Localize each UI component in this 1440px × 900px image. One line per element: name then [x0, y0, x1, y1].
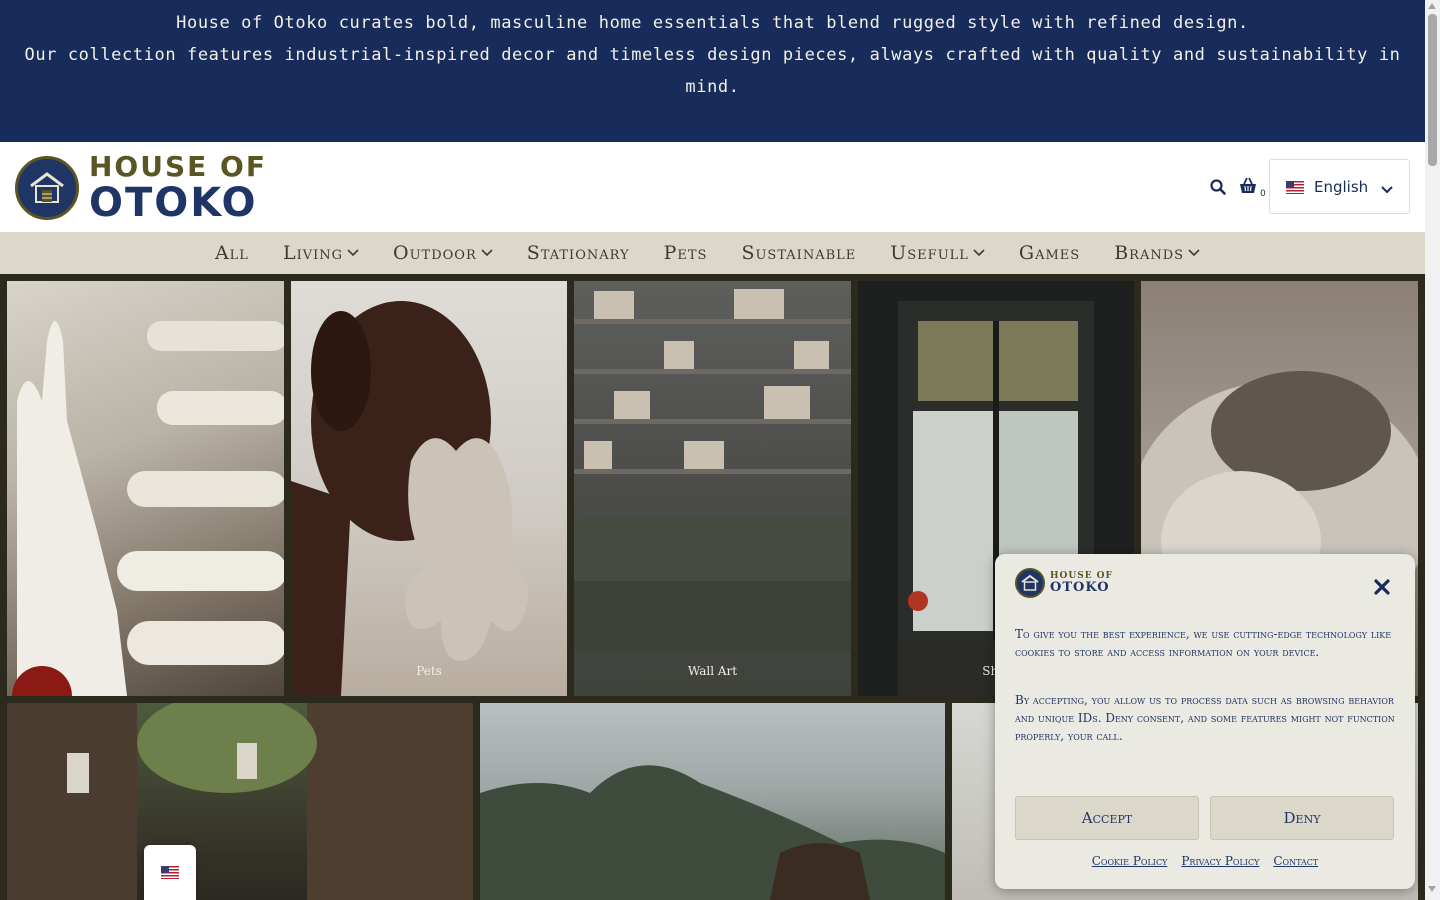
nav-item-stationary[interactable]: Stationary [527, 242, 630, 264]
mountain-landscape-image [480, 765, 945, 900]
nav-item-sustainable[interactable]: Sustainable [741, 242, 856, 264]
privacy-policy-link[interactable]: Privacy Policy [1181, 854, 1259, 868]
announcement-line-2: Our collection features industrial-inspi… [24, 45, 1401, 97]
logo-house-icon [1015, 568, 1045, 598]
cookie-text-1: To give you the best experience, we use … [1015, 627, 1392, 659]
scroll-up-arrow-icon[interactable] [1428, 3, 1436, 9]
ceramic-hand-molds-image [12, 321, 284, 696]
deny-button[interactable]: Deny [1210, 796, 1394, 840]
cart-button[interactable]: 0 [1238, 176, 1266, 202]
cookie-policy-link[interactable]: Cookie Policy [1092, 854, 1168, 868]
chevron-down-icon [1381, 180, 1393, 198]
scroll-thumb[interactable] [1428, 14, 1437, 166]
accept-button[interactable]: Accept [1015, 796, 1199, 840]
category-tile-living[interactable] [7, 281, 284, 696]
tile-label: Pets [416, 664, 442, 678]
main-navigation: All Living Outdoor Stationary Pets Susta… [0, 232, 1425, 274]
category-tile-wall-art[interactable]: Wall Art [574, 281, 851, 696]
nav-item-games[interactable]: Games [1019, 242, 1080, 264]
language-selector[interactable]: English [1269, 159, 1410, 214]
cookie-consent-dialog: HOUSE OF OTOKO To give you the best expe… [995, 554, 1415, 889]
logo-text-top: HOUSE OF [89, 150, 267, 183]
us-flag-icon [161, 866, 179, 879]
search-icon[interactable] [1209, 178, 1227, 196]
nav-item-usefull[interactable]: Usefull [890, 242, 985, 264]
nav-item-all[interactable]: All [215, 242, 249, 264]
cookie-logo: HOUSE OF OTOKO [1015, 568, 1113, 598]
cookie-logo-bottom: OTOKO [1050, 580, 1110, 595]
logo-text-bottom: OTOKO [89, 180, 258, 226]
cart-count: 0 [1260, 189, 1266, 199]
nav-item-pets[interactable]: Pets [664, 242, 708, 264]
bookshelf-wallpaper-image [574, 289, 851, 651]
scroll-down-arrow-icon[interactable] [1428, 886, 1436, 892]
chevron-down-icon [1188, 249, 1200, 257]
site-logo[interactable]: HOUSE OF OTOKO [15, 153, 267, 223]
dog-and-teddy-image [291, 301, 529, 696]
logo-house-icon [15, 156, 79, 220]
announcement-bar: House of Otoko curates bold, masculine h… [0, 0, 1425, 142]
floating-language-switcher[interactable] [144, 845, 196, 900]
nav-item-living[interactable]: Living [283, 242, 359, 264]
category-tile-street[interactable] [7, 703, 473, 900]
close-icon[interactable] [1373, 578, 1391, 596]
chevron-down-icon [347, 249, 359, 257]
contact-link[interactable]: Contact [1273, 854, 1318, 868]
nav-item-outdoor[interactable]: Outdoor [393, 242, 493, 264]
tile-label: Wall Art [687, 664, 738, 678]
japanese-street-image [7, 703, 473, 900]
chevron-down-icon [973, 249, 985, 257]
category-tile-pets[interactable]: Pets [291, 281, 567, 696]
cookie-links: Cookie Policy Privacy Policy Contact [995, 854, 1415, 868]
site-header: HOUSE OF OTOKO 0 English [0, 142, 1425, 232]
us-flag-icon [1286, 180, 1304, 194]
category-tile-outdoor[interactable] [480, 703, 945, 900]
cookie-text-2: By accepting, you allow us to process da… [1015, 693, 1395, 743]
page-scrollbar[interactable] [1425, 0, 1440, 900]
chevron-down-icon [481, 249, 493, 257]
nav-item-brands[interactable]: Brands [1114, 242, 1200, 264]
language-label: English [1314, 177, 1369, 196]
basket-icon [1240, 177, 1256, 193]
announcement-line-1: House of Otoko curates bold, masculine h… [176, 13, 1249, 33]
